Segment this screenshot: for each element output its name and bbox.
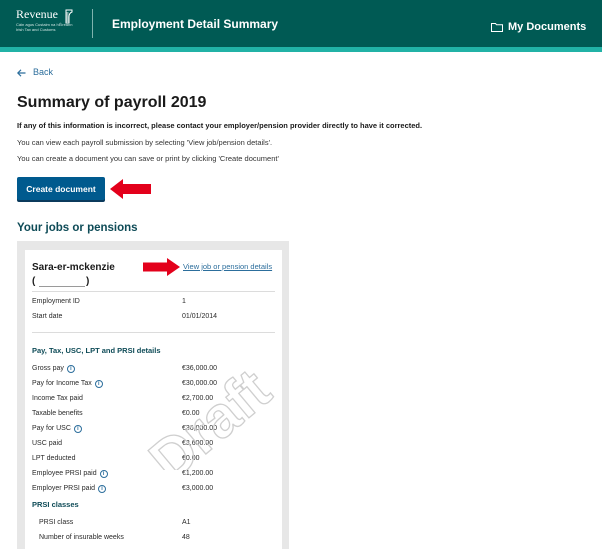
info-icon[interactable]: i (99, 469, 108, 478)
jobs-section-title: Your jobs or pensions (17, 222, 138, 234)
insurable-weeks-label: Number of insurable weeks (39, 534, 124, 541)
row-label-text: Pay for Income Tax (32, 380, 92, 387)
divider (32, 332, 275, 333)
prsi-classes-title: PRSI classes (32, 500, 79, 509)
my-documents-link[interactable]: My Documents (491, 20, 586, 34)
start-date-value: 01/01/2014 (182, 313, 218, 320)
employer-prsi-label: Employer PRSI paid i (32, 484, 107, 493)
intro-create-note: You can create a document you can save o… (17, 154, 279, 163)
prsi-class-value: A1 (182, 519, 191, 526)
folder-icon (491, 23, 503, 32)
employer-prsi-value: €3,000.00 (182, 485, 214, 492)
create-document-button[interactable]: Create document (17, 177, 105, 200)
back-label: Back (33, 67, 54, 77)
my-documents-label: My Documents (508, 21, 587, 33)
row-label-text: Pay for USC (32, 425, 71, 432)
insurable-weeks-value: 48 (182, 534, 190, 541)
site-header: Revenue Cáin agus Custaim na hÉireann Ir… (0, 0, 602, 47)
divider (32, 291, 275, 292)
back-link[interactable]: Back (17, 67, 53, 78)
intro-view-note: You can view each payroll submission by … (17, 138, 273, 147)
usc-paid-value: €3,600.00 (182, 440, 214, 447)
employee-prsi-label: Employee PRSI paid i (32, 469, 108, 478)
row-label-text: Employee PRSI paid (32, 470, 97, 477)
info-icon[interactable]: i (94, 379, 103, 388)
info-icon[interactable]: i (98, 484, 107, 493)
view-job-details-link[interactable]: View job or pension details (183, 262, 272, 272)
taxable-benefits-label: Taxable benefits (32, 410, 83, 417)
taxable-benefits-value: €0.00 (182, 410, 200, 417)
pay-section-title: Pay, Tax, USC, LPT and PRSI details (32, 346, 161, 355)
pay-for-usc-label: Pay for USC i (32, 424, 82, 433)
revenue-logo[interactable]: Revenue Cáin agus Custaim na hÉireann Ir… (16, 8, 84, 38)
annotation-arrow-right-icon (143, 258, 180, 276)
employment-id-value: 1 (182, 298, 186, 305)
employer-ref-close: ) (86, 276, 90, 287)
employer-ref-redacted (39, 286, 85, 287)
employee-prsi-value: €1,200.00 (182, 470, 214, 477)
pay-for-income-tax-label: Pay for Income Tax i (32, 379, 103, 388)
row-label-text: Gross pay (32, 365, 64, 372)
lpt-deducted-label: LPT deducted (32, 455, 76, 462)
annotation-arrow-icon (110, 179, 151, 199)
usc-paid-label: USC paid (32, 440, 62, 447)
intro-correction-note: If any of this information is incorrect,… (17, 121, 423, 130)
start-date-label: Start date (32, 313, 63, 320)
pay-for-income-tax-value: €30,000.00 (182, 380, 218, 387)
employer-ref-open: ( (32, 276, 36, 287)
lpt-deducted-value: €0.00 (182, 455, 200, 462)
header-title: Employment Detail Summary (112, 17, 279, 31)
logo-subtitle: Cáin agus Custaim na hÉireann Irish Tax … (16, 22, 73, 32)
prsi-class-label: PRSI class (39, 519, 74, 526)
employment-id-label: Employment ID (32, 298, 80, 305)
employer-name: Sara-er-mckenzie (32, 262, 115, 273)
income-tax-paid-label: Income Tax paid (32, 395, 83, 402)
gross-pay-value: €36,000.00 (182, 365, 218, 372)
page-title: Summary of payroll 2019 (17, 94, 207, 111)
info-icon[interactable]: i (73, 424, 82, 433)
logo-name: Revenue (16, 7, 58, 21)
row-label-text: Employer PRSI paid (32, 485, 96, 492)
header-stripe (0, 47, 602, 52)
gross-pay-label: Gross pay i (32, 364, 75, 373)
arrow-left-icon (17, 68, 26, 77)
header-divider (92, 9, 93, 38)
pay-for-usc-value: €36,000.00 (182, 425, 218, 432)
income-tax-paid-value: €2,700.00 (182, 395, 214, 402)
info-icon[interactable]: i (66, 364, 75, 373)
